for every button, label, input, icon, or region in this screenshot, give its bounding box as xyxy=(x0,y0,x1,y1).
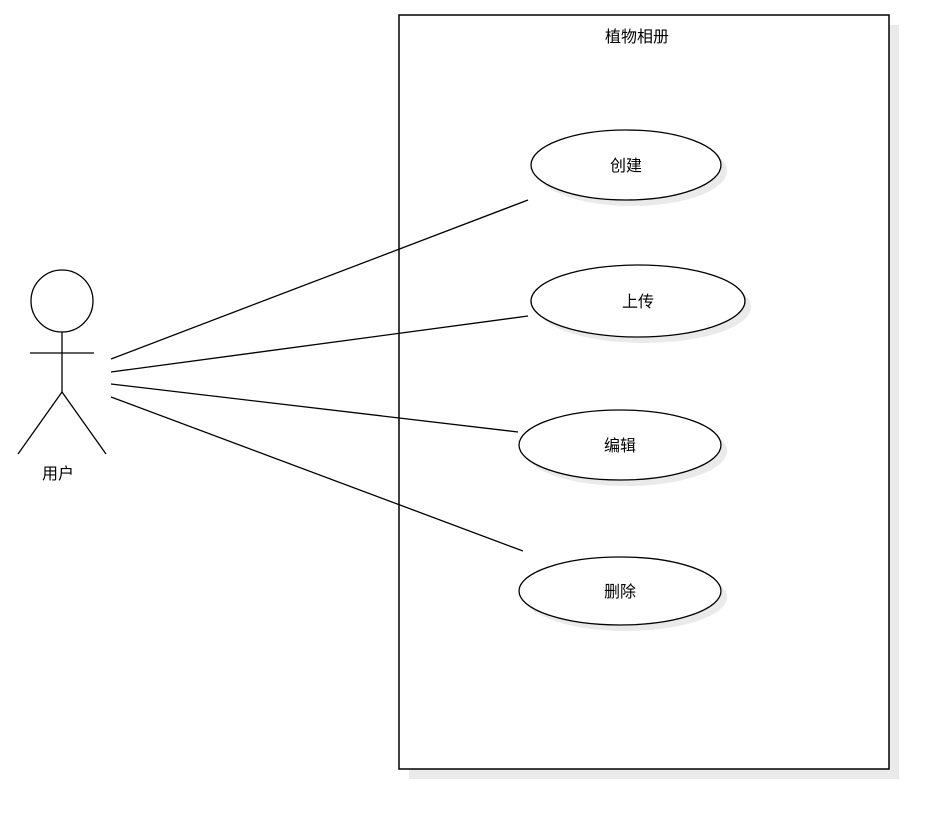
use-case-diagram: 植物相册 用户 创建 上传 编辑 删除 xyxy=(17,14,899,779)
actor-label: 用户 xyxy=(42,464,74,483)
use-case-edit-label: 编辑 xyxy=(604,436,636,455)
system-boundary-box xyxy=(398,14,890,770)
use-case-delete-label: 删除 xyxy=(604,582,636,601)
actor[interactable]: 用户 xyxy=(17,269,107,483)
actor-head xyxy=(30,269,94,333)
system-boundary: 植物相册 xyxy=(398,14,899,779)
actor-right-leg xyxy=(61,391,107,455)
use-case-upload-label: 上传 xyxy=(622,292,654,311)
actor-left-leg xyxy=(17,391,63,455)
use-case-create-label: 创建 xyxy=(610,156,642,175)
system-title: 植物相册 xyxy=(605,27,669,46)
